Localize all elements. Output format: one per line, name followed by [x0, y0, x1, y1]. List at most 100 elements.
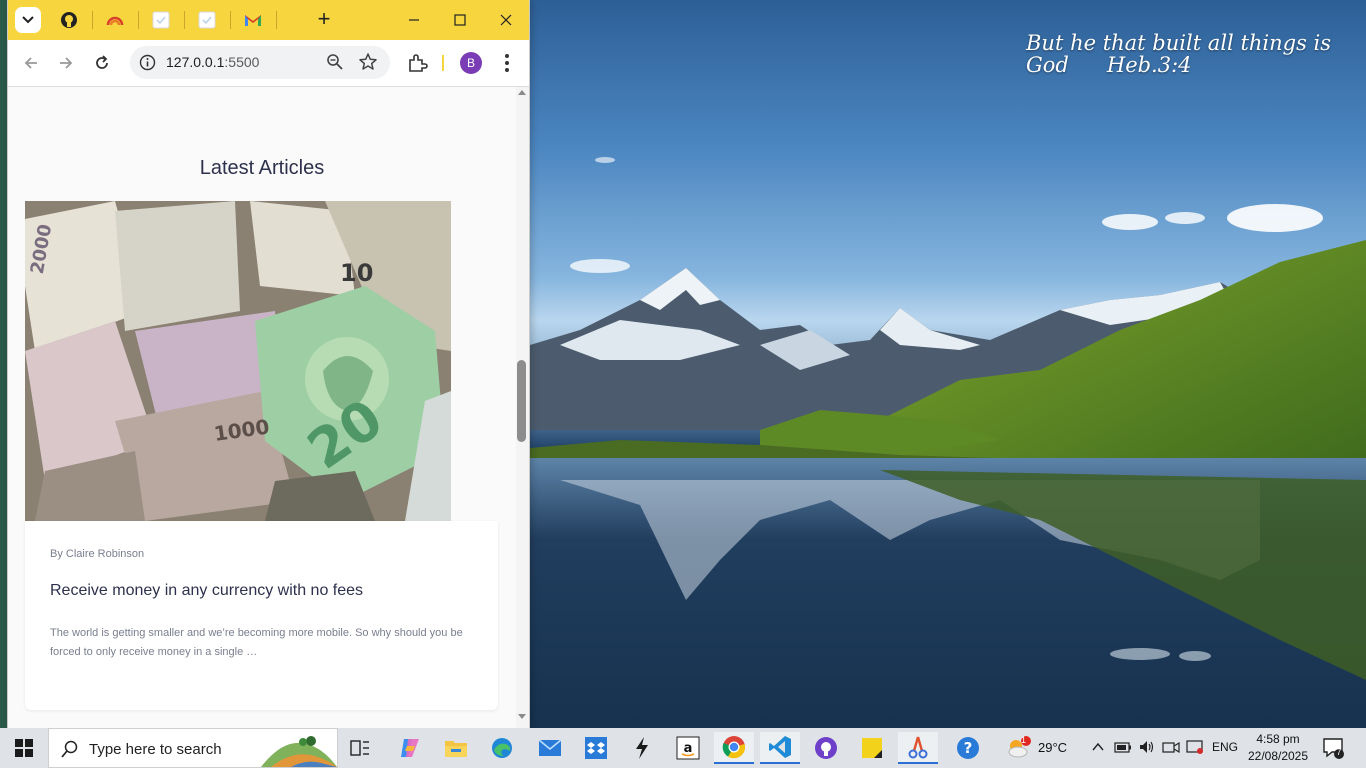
- chrome-button[interactable]: [714, 732, 754, 764]
- lightning-app-icon: [636, 737, 648, 759]
- sticky-notes-icon: [862, 738, 882, 758]
- github-desktop-icon: [815, 737, 837, 759]
- help-icon: ?: [957, 737, 979, 759]
- get-help-button[interactable]: ?: [948, 732, 988, 764]
- page-scrollbar[interactable]: [516, 87, 529, 728]
- close-icon: [500, 14, 512, 26]
- copilot-icon: [401, 739, 419, 757]
- weather-badge: 1: [1021, 735, 1027, 745]
- snipping-tool-icon: [908, 736, 928, 759]
- chrome-icon: [722, 736, 746, 759]
- close-button[interactable]: [486, 6, 526, 34]
- profile-avatar[interactable]: B: [460, 52, 482, 74]
- tab-gmail[interactable]: [243, 10, 263, 30]
- task-view-button[interactable]: [340, 732, 380, 764]
- scroll-down-arrow[interactable]: [518, 714, 526, 719]
- vscode-button[interactable]: [760, 732, 800, 764]
- amazon-button[interactable]: a: [668, 732, 708, 764]
- toolbar-separator: [442, 55, 444, 71]
- scroll-up-arrow[interactable]: [518, 90, 526, 95]
- amazon-icon: a: [676, 736, 700, 760]
- mail-icon: [538, 739, 562, 756]
- notification-count: 7: [1336, 747, 1342, 757]
- language-indicator[interactable]: ENG: [1212, 740, 1238, 754]
- tab-strip: +: [8, 0, 529, 40]
- copilot-button[interactable]: [390, 732, 430, 764]
- forward-button[interactable]: [53, 50, 79, 76]
- folder-icon: [445, 741, 467, 757]
- wallpaper-verse: But he that built all things is God Heb.3…: [1026, 32, 1346, 76]
- scroll-thumb[interactable]: [517, 360, 526, 442]
- file-explorer-button[interactable]: [436, 732, 476, 764]
- browser-menu-button[interactable]: [496, 52, 518, 74]
- camera-icon[interactable]: [1162, 740, 1180, 754]
- banknotes-photo: 1000 10 20 2000: [25, 201, 451, 521]
- chevron-up-icon[interactable]: [1092, 742, 1104, 752]
- sticky-notes-button[interactable]: [852, 732, 892, 764]
- tab-rainbow[interactable]: [105, 10, 125, 30]
- search-highlight-illustration: [261, 736, 337, 767]
- reload-button[interactable]: [89, 50, 115, 76]
- article-card[interactable]: By Claire Robinson Receive money in any …: [25, 521, 498, 710]
- maximize-button[interactable]: [440, 6, 480, 34]
- back-arrow-icon: [24, 57, 37, 69]
- zoom-icon[interactable]: [326, 53, 344, 71]
- page-viewport: Latest Articles 1000 10 20 2000 By Clair…: [8, 87, 529, 728]
- github-desktop-button[interactable]: [806, 732, 846, 764]
- site-info-icon[interactable]: [139, 54, 156, 71]
- article-title[interactable]: Receive money in any currency with no fe…: [50, 582, 363, 600]
- dropbox-icon: [585, 737, 607, 759]
- svg-text:a: a: [684, 741, 693, 756]
- search-placeholder: Type here to search: [89, 741, 222, 758]
- system-clock[interactable]: 4:58 pm 22/08/2025: [1238, 731, 1318, 765]
- volume-icon[interactable]: [1138, 739, 1156, 755]
- page-icon: [198, 11, 216, 29]
- verse-line-1: But he that built all things is: [1026, 31, 1332, 55]
- screen-record-icon[interactable]: [1186, 739, 1204, 755]
- vscode-icon: [769, 736, 791, 758]
- extensions-puzzle-icon[interactable]: [406, 52, 428, 74]
- svg-text:?: ?: [964, 739, 973, 757]
- gmail-icon: [245, 15, 261, 26]
- browser-toolbar: 127.0.0.1:5500 B: [8, 40, 529, 87]
- verse-reference: Heb.3:4: [1106, 53, 1192, 77]
- app-button[interactable]: [622, 732, 662, 764]
- tab-separator: [92, 11, 93, 29]
- taskbar-search-box[interactable]: Type here to search: [48, 728, 338, 768]
- tab-search-button[interactable]: [15, 7, 41, 33]
- tab-github[interactable]: [59, 10, 79, 30]
- clock-time: 4:58 pm: [1256, 732, 1300, 746]
- weather-temperature[interactable]: 29°C: [1038, 740, 1067, 755]
- url-text[interactable]: 127.0.0.1:5500: [166, 54, 259, 70]
- mail-button[interactable]: [530, 732, 570, 764]
- minimize-button[interactable]: [394, 6, 434, 34]
- new-tab-button[interactable]: +: [313, 8, 335, 30]
- maximize-icon: [454, 14, 466, 26]
- weather-cloud-sun-icon: [1008, 736, 1031, 758]
- notification-center-button[interactable]: 7: [1322, 737, 1344, 759]
- edge-button[interactable]: [482, 732, 522, 764]
- back-button[interactable]: [18, 50, 44, 76]
- forward-arrow-icon: [60, 57, 73, 69]
- address-bar[interactable]: 127.0.0.1:5500: [130, 46, 390, 79]
- tab-separator: [184, 11, 185, 29]
- minimize-icon: [409, 19, 419, 21]
- url-port: :5500: [224, 54, 260, 70]
- page-icon: [152, 11, 170, 29]
- windows-logo-icon: [15, 739, 33, 757]
- task-view-icon: [350, 740, 369, 756]
- clock-date: 22/08/2025: [1247, 749, 1309, 763]
- bookmark-star-icon[interactable]: [358, 52, 378, 72]
- weather-widget-icon-box[interactable]: 1: [1000, 732, 1036, 764]
- chevron-down-icon: [22, 16, 34, 24]
- dropbox-button[interactable]: [576, 732, 616, 764]
- rainbow-icon: [106, 16, 124, 26]
- article-image[interactable]: 1000 10 20 2000: [25, 201, 451, 521]
- edge-icon: [492, 738, 512, 758]
- tab-page-1[interactable]: [151, 10, 171, 30]
- start-button[interactable]: [0, 728, 48, 768]
- github-icon: [61, 12, 77, 28]
- tab-page-2[interactable]: [197, 10, 217, 30]
- snipping-tool-button[interactable]: [898, 732, 938, 764]
- battery-icon[interactable]: [1114, 740, 1132, 754]
